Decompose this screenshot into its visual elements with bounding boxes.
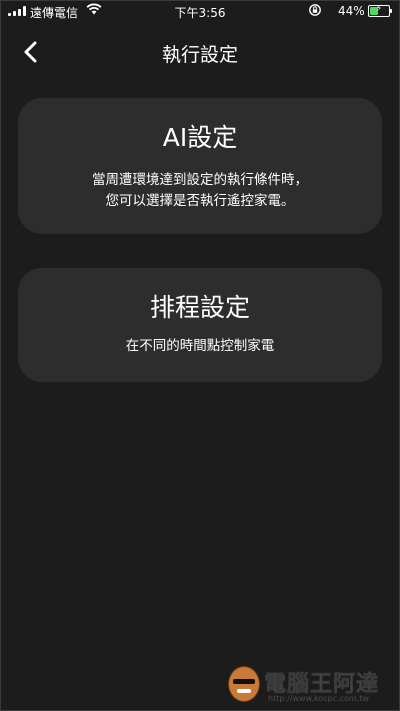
status-bar: 遠傳電信 下午3:56 44% ⚡ xyxy=(0,0,400,24)
card-description: 當周遭環境達到設定的執行條件時， 您可以選擇是否執行遙控家電。 xyxy=(92,172,308,209)
page-title: 執行設定 xyxy=(161,44,238,66)
mascot-face-icon xyxy=(228,666,260,702)
battery-icon: ⚡ xyxy=(368,4,392,17)
schedule-settings-card[interactable]: 排程設定 在不同的時間點控制家電 xyxy=(18,268,382,382)
card-title: 排程設定 xyxy=(149,293,250,322)
watermark-logo: 電腦王阿達 http://www.kocpc.com.tw xyxy=(224,662,394,706)
card-description: 在不同的時間點控制家電 xyxy=(125,338,275,354)
rotation-lock-icon xyxy=(309,4,321,16)
battery-nub xyxy=(390,9,392,13)
charging-bolt-icon: ⚡ xyxy=(375,4,383,14)
ai-settings-card[interactable]: AI設定 當周遭環境達到設定的執行條件時， 您可以選擇是否執行遙控家電。 xyxy=(18,98,382,234)
watermark-url: http://www.kocpc.com.tw xyxy=(268,694,369,703)
nav-header: 執行設定 xyxy=(0,30,400,74)
battery-percent: 44% xyxy=(338,4,365,18)
card-title: AI設定 xyxy=(162,123,238,152)
